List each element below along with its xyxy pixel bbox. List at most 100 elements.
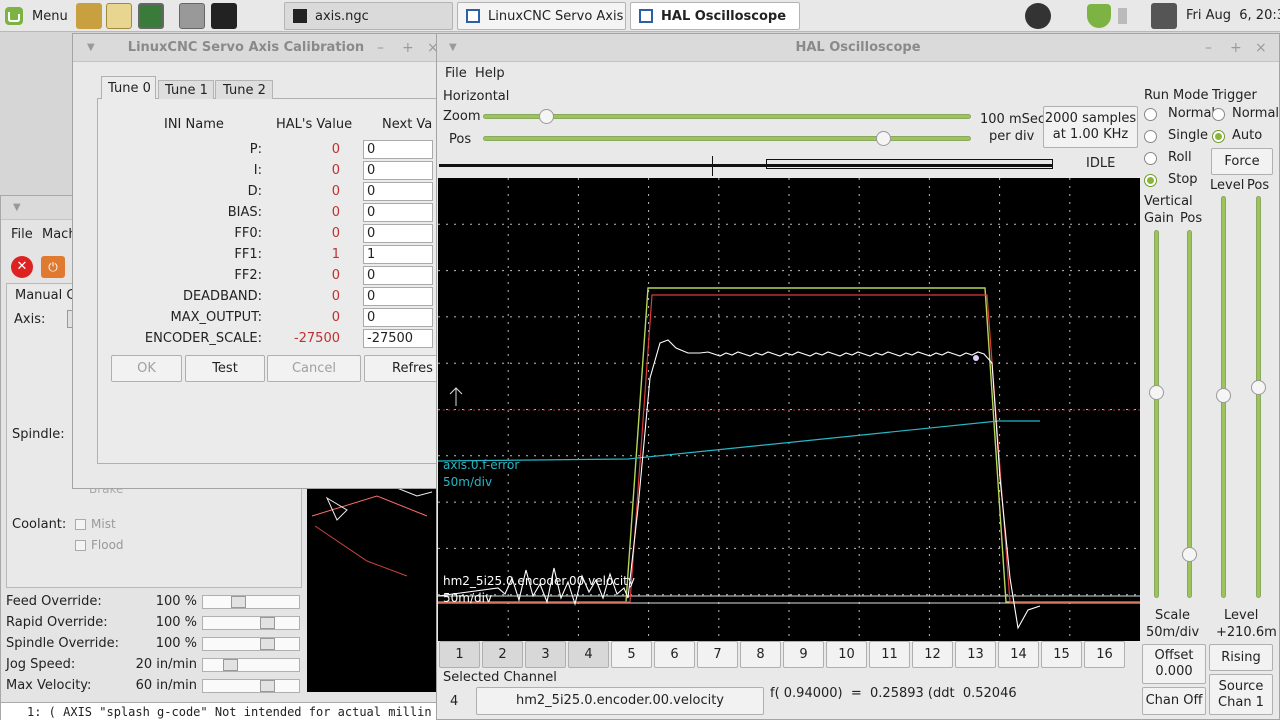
row-3-next-value-input[interactable]: 0 — [363, 203, 433, 222]
file-manager-launcher-icon[interactable] — [179, 3, 205, 29]
override-4-slider[interactable] — [202, 679, 300, 693]
channel-5-button[interactable]: 5 — [611, 641, 652, 668]
channel-11-button[interactable]: 11 — [869, 641, 910, 668]
channel-8-button[interactable]: 8 — [740, 641, 781, 668]
scope-close-icon[interactable]: × — [1255, 34, 1267, 62]
tab-tune-0[interactable]: Tune 0 — [101, 76, 156, 99]
axis-app-icon — [293, 9, 307, 23]
override-2-slider[interactable] — [202, 637, 300, 651]
axis-menu-file[interactable]: File — [11, 227, 33, 242]
source-button[interactable]: Source Chan 1 — [1209, 674, 1273, 715]
channel-9-button[interactable]: 9 — [783, 641, 824, 668]
channel-6-button[interactable]: 6 — [654, 641, 695, 668]
task-axis[interactable]: axis.ngc — [284, 2, 453, 30]
record-position-bar[interactable] — [439, 156, 1139, 176]
terminal-launcher-icon[interactable] — [211, 3, 237, 29]
update-shield-icon[interactable] — [1087, 4, 1111, 28]
channel-3-button[interactable]: 3 — [525, 641, 566, 668]
vertical-pos-slider[interactable] — [1187, 230, 1192, 598]
level-slider-knob[interactable] — [1216, 388, 1231, 403]
zoom-slider-knob[interactable] — [539, 109, 555, 124]
channel-14-button[interactable]: 14 — [998, 641, 1039, 668]
override-2-slider-thumb[interactable] — [260, 638, 275, 650]
row-7-next-value-input[interactable]: 0 — [363, 287, 433, 306]
row-2-next-value-input[interactable]: 0 — [363, 182, 433, 201]
override-3-slider-thumb[interactable] — [223, 659, 238, 671]
row-1-next-value-input[interactable]: 0 — [363, 161, 433, 180]
trigger-pos-slider[interactable] — [1256, 196, 1261, 598]
row-6-next-value-input[interactable]: 0 — [363, 266, 433, 285]
offset-button[interactable]: Offset 0.000 — [1142, 644, 1206, 684]
pos-slider-knob[interactable] — [876, 131, 892, 146]
override-1-slider-thumb[interactable] — [260, 617, 275, 629]
channel-15-button[interactable]: 15 — [1041, 641, 1082, 668]
channel-16-button[interactable]: 16 — [1084, 641, 1125, 668]
channel-4-button[interactable]: 4 — [568, 641, 609, 668]
scope-menu-icon[interactable]: ▼ — [449, 34, 457, 62]
task-scope[interactable]: HAL Oscilloscope — [630, 2, 800, 30]
row-0-next-value-input[interactable]: 0 — [363, 140, 433, 159]
channel-10-button[interactable]: 10 — [826, 641, 867, 668]
channel-7-button[interactable]: 7 — [697, 641, 738, 668]
row-5-next-value-input[interactable]: 1 — [363, 245, 433, 264]
tab-tune-2[interactable]: Tune 2 — [215, 80, 273, 99]
mist-checkbox[interactable] — [75, 519, 86, 530]
axis-window-menu-icon[interactable]: ▼ — [13, 202, 21, 213]
scope-menu-file[interactable]: File — [445, 66, 467, 81]
scope-maximize-icon[interactable]: + — [1230, 34, 1242, 62]
run-mode-single-radio[interactable] — [1144, 130, 1157, 143]
channel-13-button[interactable]: 13 — [955, 641, 996, 668]
run-mode-roll-radio[interactable] — [1144, 152, 1157, 165]
channel-2-button[interactable]: 2 — [482, 641, 523, 668]
terminal-window-launcher-icon[interactable] — [138, 3, 164, 29]
wizard-launcher-icon[interactable] — [76, 3, 102, 29]
row-8-next-value-input[interactable]: 0 — [363, 308, 433, 327]
run-mode-stop-radio[interactable] — [1144, 174, 1157, 187]
refresh-button[interactable]: Refres — [364, 355, 439, 382]
ok-button[interactable]: OK — [111, 355, 182, 382]
override-4-slider-thumb[interactable] — [260, 680, 275, 692]
override-3-slider[interactable] — [202, 658, 300, 672]
calibration-menu-icon[interactable]: ▼ — [87, 34, 95, 62]
flood-checkbox[interactable] — [75, 540, 86, 551]
scope-display[interactable]: axis.0.f-error 50m/div hm2_5i25.0.encode… — [437, 178, 1140, 641]
acquire-button[interactable]: 2000 samples at 1.00 KHz — [1043, 106, 1138, 148]
gain-slider[interactable] — [1154, 230, 1159, 598]
row-9-next-value-input[interactable]: -27500 — [363, 329, 433, 348]
webcam-icon[interactable] — [1025, 3, 1051, 29]
rising-button[interactable]: Rising — [1209, 644, 1273, 671]
cancel-button[interactable]: Cancel — [267, 355, 361, 382]
network-disconnected-icon[interactable] — [1151, 3, 1177, 29]
scope-menu-help[interactable]: Help — [475, 66, 505, 81]
row-4-next-value-input[interactable]: 0 — [363, 224, 433, 243]
trigger-auto-radio[interactable] — [1212, 130, 1225, 143]
volume-muted-icon[interactable] — [1118, 8, 1140, 24]
override-1-slider[interactable] — [202, 616, 300, 630]
force-button[interactable]: Force — [1211, 148, 1273, 175]
text-editor-launcher-icon[interactable] — [106, 3, 132, 29]
selected-channel-name[interactable]: hm2_5i25.0.encoder.00.velocity — [476, 687, 764, 715]
menu-button[interactable]: Menu — [4, 3, 68, 29]
scope-state: IDLE — [1086, 156, 1116, 171]
zoom-slider[interactable] — [483, 114, 971, 119]
estop-icon[interactable]: ✕ — [11, 256, 33, 278]
pos-slider[interactable] — [483, 136, 971, 141]
calibration-maximize-icon[interactable]: + — [402, 34, 414, 62]
channel-1-button[interactable]: 1 — [439, 641, 480, 668]
task-calibration[interactable]: LinuxCNC Servo Axis ... — [457, 2, 626, 30]
clock[interactable]: Fri Aug 6, 20:38 — [1186, 8, 1280, 23]
trigger-pos-slider-knob[interactable] — [1251, 380, 1266, 395]
trigger-normal-radio[interactable] — [1212, 108, 1225, 121]
tab-tune-1[interactable]: Tune 1 — [158, 80, 214, 99]
gain-slider-knob[interactable] — [1149, 385, 1164, 400]
channel-12-button[interactable]: 12 — [912, 641, 953, 668]
vertical-pos-slider-knob[interactable] — [1182, 547, 1197, 562]
chan-off-button[interactable]: Chan Off — [1142, 687, 1206, 715]
calibration-minimize-icon[interactable]: – — [377, 34, 384, 62]
test-button[interactable]: Test — [185, 355, 265, 382]
override-0-slider[interactable] — [202, 595, 300, 609]
run-mode-normal-radio[interactable] — [1144, 108, 1157, 121]
power-icon[interactable]: ⏻ — [41, 256, 65, 278]
scope-minimize-icon[interactable]: – — [1205, 34, 1212, 62]
override-0-slider-thumb[interactable] — [231, 596, 246, 608]
